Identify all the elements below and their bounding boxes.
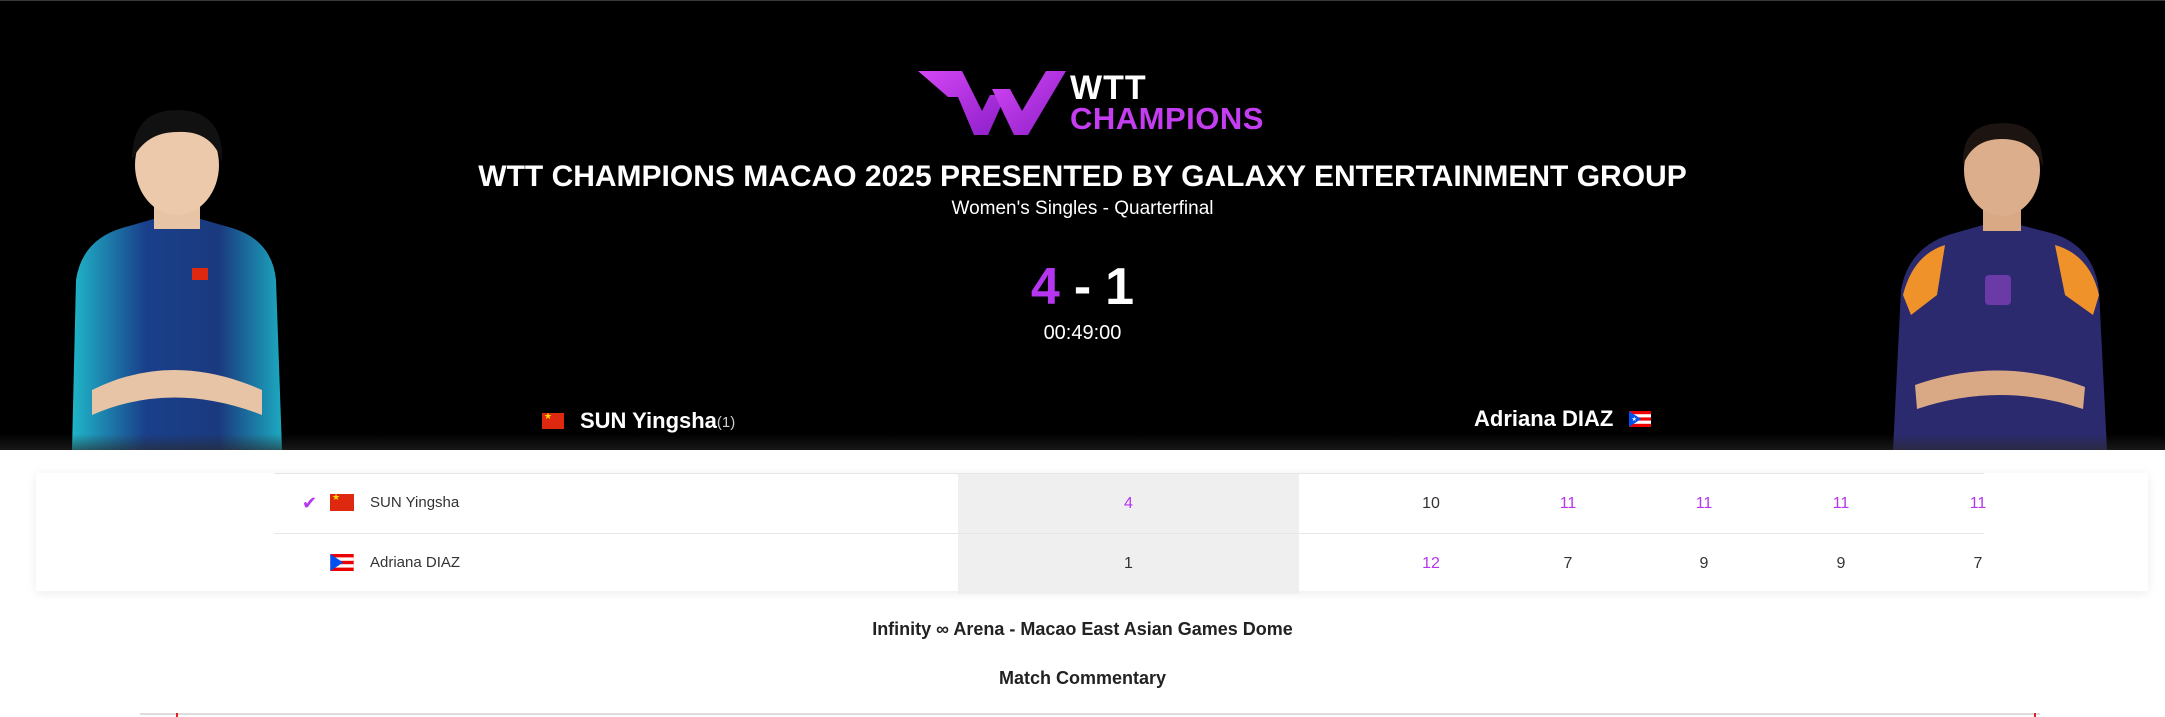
set-score-cell: 10 xyxy=(1422,495,1440,512)
match-score: 4-1 xyxy=(0,259,2165,315)
player-left-seed: (1) xyxy=(716,414,736,431)
set-score-cell: 7 xyxy=(1973,555,1983,572)
commentary-divider xyxy=(140,713,2040,717)
event-title: WTT CHAMPIONS MACAO 2025 PRESENTED BY GA… xyxy=(478,160,1687,193)
china-flag-icon xyxy=(542,413,564,429)
row-player-name[interactable]: Adriana DIAZ xyxy=(370,553,460,573)
games-won-cell: 1 xyxy=(958,534,1299,594)
player-right-name-block[interactable]: Adriana DIAZ ★ xyxy=(1474,406,1652,432)
logo-champions-text: CHAMPIONS xyxy=(1070,101,1264,136)
venue-name: Infinity ∞ Arena - Macao East Asian Game… xyxy=(872,619,1293,639)
player-left-name: SUN Yingsha xyxy=(580,408,717,433)
table-row: Adriana DIAZ 1 12 7 9 9 7 xyxy=(274,533,1984,594)
set-score-cell: 11 xyxy=(1832,495,1850,512)
puerto-rico-flag-icon: ★ xyxy=(1629,411,1652,427)
table-row: ✔ SUN Yingsha 4 10 11 11 11 11 xyxy=(274,473,1986,534)
score-player-right: 1 xyxy=(1105,258,1135,316)
china-flag-icon xyxy=(330,494,354,511)
score-player-left: 4 xyxy=(1030,258,1060,316)
set-score-cell: 9 xyxy=(1836,555,1846,572)
svg-text:★: ★ xyxy=(1632,416,1637,423)
score-separator: - xyxy=(1073,258,1092,316)
event-round: Women's Singles - Quarterfinal xyxy=(951,198,1214,219)
wtt-logo-mark-icon xyxy=(918,71,1066,135)
row-player-name[interactable]: SUN Yingsha xyxy=(370,493,459,513)
match-hero: WTT CHAMPIONS WTT CHAMPIONS MACAO 2025 P… xyxy=(0,0,2165,450)
wtt-champions-logo: WTT CHAMPIONS xyxy=(918,67,1263,139)
set-score-cell: 11 xyxy=(1695,495,1713,512)
player-right-name: Adriana DIAZ xyxy=(1474,406,1614,431)
set-score-cell: 9 xyxy=(1699,555,1709,572)
set-score-cell: 7 xyxy=(1563,555,1573,572)
commentary-heading[interactable]: Match Commentary xyxy=(0,666,2165,690)
puerto-rico-flag-icon xyxy=(330,554,354,571)
scoreboard-table: ✔ SUN Yingsha 4 10 11 11 11 11 Adriana D… xyxy=(36,473,2148,594)
set-score-cell: 11 xyxy=(1559,495,1577,512)
player-left-name-block[interactable]: SUN Yingsha (1) xyxy=(542,406,735,436)
games-won-cell: 4 xyxy=(958,474,1299,534)
winner-check-icon: ✔ xyxy=(302,493,318,513)
match-duration: 00:49:00 xyxy=(1043,322,1122,344)
set-score-cell: 12 xyxy=(1422,555,1440,572)
set-score-cell: 11 xyxy=(1969,495,1987,512)
logo-wtt-text: WTT xyxy=(1070,69,1147,107)
